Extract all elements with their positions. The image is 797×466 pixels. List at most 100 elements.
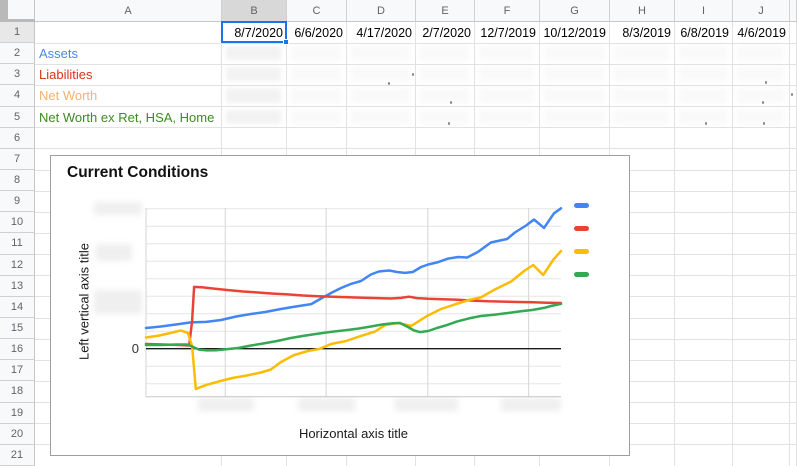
y-axis-zero-tick: 0 bbox=[131, 341, 139, 356]
row-header-16[interactable]: 16 bbox=[0, 339, 35, 361]
row-header-21[interactable]: 21 bbox=[0, 444, 35, 466]
redaction-artifact bbox=[388, 82, 390, 85]
redacted-value bbox=[226, 67, 281, 82]
x-axis-title: Horizontal axis title bbox=[298, 426, 409, 441]
redacted-value bbox=[420, 109, 469, 124]
redacted-value bbox=[614, 46, 669, 61]
row-header-1[interactable]: 1 bbox=[0, 22, 35, 44]
row-header-2[interactable]: 2 bbox=[0, 43, 35, 65]
row-header-14[interactable]: 14 bbox=[0, 296, 35, 318]
grid-line bbox=[35, 148, 797, 150]
row-header-9[interactable]: 9 bbox=[0, 191, 35, 213]
redacted-value bbox=[351, 67, 410, 82]
redacted-value bbox=[737, 109, 784, 124]
row-header-4[interactable]: 4 bbox=[0, 85, 35, 107]
redacted-value bbox=[614, 88, 669, 103]
redacted-value bbox=[614, 67, 669, 82]
cell-H1[interactable]: 8/3/2019 bbox=[610, 22, 675, 43]
redacted-value bbox=[291, 67, 341, 82]
row-header-8[interactable]: 8 bbox=[0, 170, 35, 192]
row-header-18[interactable]: 18 bbox=[0, 381, 35, 403]
redacted-value bbox=[226, 88, 281, 103]
row-header-15[interactable]: 15 bbox=[0, 318, 35, 340]
embedded-chart[interactable]: Current Conditions 0 Left vertical axis … bbox=[50, 155, 630, 456]
row-header-5[interactable]: 5 bbox=[0, 106, 35, 128]
cell-J1[interactable]: 4/6/2019 bbox=[733, 22, 790, 43]
column-header-D[interactable]: D bbox=[347, 0, 416, 22]
row-header-11[interactable]: 11 bbox=[0, 233, 35, 255]
cell-C1[interactable]: 6/6/2020 bbox=[287, 22, 347, 43]
redacted-value bbox=[737, 46, 784, 61]
row-header-13[interactable]: 13 bbox=[0, 275, 35, 297]
column-header-E[interactable]: E bbox=[416, 0, 475, 22]
column-header-I[interactable]: I bbox=[675, 0, 733, 22]
redacted-value bbox=[679, 67, 727, 82]
redacted-value bbox=[479, 67, 534, 82]
row-header-19[interactable]: 19 bbox=[0, 402, 35, 424]
redacted-value bbox=[614, 109, 669, 124]
spreadsheet-app: A B C D E F G H I J 1 2 3 4 5 6 7 8 9 10 11 12 13 14 15 16 17 18 19 2… bbox=[0, 0, 797, 466]
redacted-value bbox=[291, 109, 341, 124]
column-header-A[interactable]: A bbox=[35, 0, 222, 22]
grid-line bbox=[674, 22, 675, 466]
redaction-artifact bbox=[791, 93, 793, 96]
row-header-12[interactable]: 12 bbox=[0, 254, 35, 276]
redacted-value bbox=[479, 46, 534, 61]
cell-E1[interactable]: 2/7/2020 bbox=[416, 22, 475, 43]
redacted-value bbox=[679, 88, 727, 103]
redacted-value bbox=[544, 67, 604, 82]
row-header-6[interactable]: 6 bbox=[0, 127, 35, 149]
y-axis-title: Left vertical axis title bbox=[76, 242, 92, 361]
redaction-artifact bbox=[763, 122, 765, 125]
grid-line bbox=[789, 22, 790, 466]
redacted-value bbox=[679, 46, 727, 61]
cell-A4[interactable]: Net Worth bbox=[35, 85, 222, 106]
redaction-artifact bbox=[412, 73, 414, 76]
redacted-value bbox=[544, 46, 604, 61]
redacted-axis-label bbox=[96, 244, 132, 261]
redacted-axis-label bbox=[198, 398, 254, 411]
redacted-axis-label bbox=[94, 290, 142, 314]
redacted-axis-label bbox=[395, 398, 458, 411]
cell-F1[interactable]: 12/7/2019 bbox=[475, 22, 540, 43]
grid-line bbox=[732, 22, 733, 466]
redacted-value bbox=[679, 109, 727, 124]
column-header-H[interactable]: H bbox=[610, 0, 675, 22]
cell-I1[interactable]: 6/8/2019 bbox=[675, 22, 733, 43]
cell-A3[interactable]: Liabilities bbox=[35, 64, 222, 85]
row-header-7[interactable]: 7 bbox=[0, 148, 35, 170]
row-header-10[interactable]: 10 bbox=[0, 212, 35, 234]
redacted-value bbox=[420, 67, 469, 82]
selection-outline bbox=[221, 21, 287, 44]
redacted-value bbox=[544, 88, 604, 103]
redacted-value bbox=[420, 88, 469, 103]
redaction-artifact bbox=[450, 101, 452, 104]
column-header-C[interactable]: C bbox=[287, 0, 347, 22]
column-header-J[interactable]: J bbox=[733, 0, 790, 22]
redacted-value bbox=[291, 88, 341, 103]
fill-handle[interactable] bbox=[283, 39, 289, 46]
redacted-axis-label bbox=[94, 202, 142, 215]
cell-D1[interactable]: 4/17/2020 bbox=[347, 22, 416, 43]
cell-G1[interactable]: 10/12/2019 bbox=[540, 22, 610, 43]
redacted-value bbox=[351, 88, 410, 103]
redacted-value bbox=[737, 67, 784, 82]
redacted-axis-label bbox=[298, 398, 355, 411]
redaction-artifact bbox=[762, 101, 764, 104]
cell-A5[interactable]: Net Worth ex Ret, HSA, Home bbox=[35, 107, 222, 128]
redacted-value bbox=[351, 109, 410, 124]
series-line-green bbox=[144, 302, 563, 352]
column-header-B[interactable]: B bbox=[222, 0, 287, 22]
redacted-value bbox=[479, 88, 534, 103]
column-header-F[interactable]: F bbox=[475, 0, 540, 22]
series-line-yellow bbox=[144, 249, 563, 391]
select-all-corner[interactable] bbox=[0, 0, 35, 22]
row-header-3[interactable]: 3 bbox=[0, 64, 35, 86]
redacted-value bbox=[226, 109, 281, 124]
cell-A2[interactable]: Assets bbox=[35, 43, 222, 64]
redacted-value bbox=[544, 109, 604, 124]
redacted-value bbox=[420, 46, 469, 61]
row-header-20[interactable]: 20 bbox=[0, 423, 35, 445]
column-header-G[interactable]: G bbox=[540, 0, 610, 22]
row-header-17[interactable]: 17 bbox=[0, 360, 35, 382]
